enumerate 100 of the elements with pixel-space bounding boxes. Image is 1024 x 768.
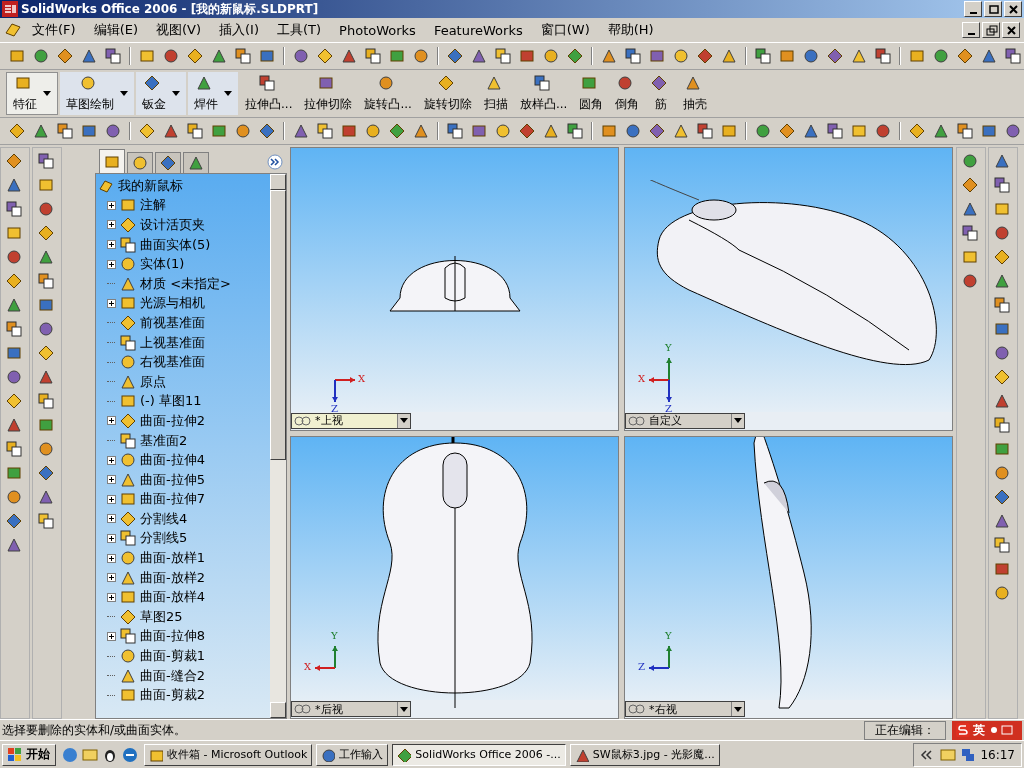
circle-tool-icon[interactable] bbox=[994, 345, 1010, 361]
block-tool-icon[interactable] bbox=[211, 123, 227, 139]
block-tool-icon[interactable] bbox=[649, 48, 665, 64]
squares-tool-icon[interactable] bbox=[962, 225, 978, 241]
view-dropdown[interactable]: *上视 bbox=[291, 412, 411, 429]
diamond-tool-icon[interactable] bbox=[38, 345, 54, 361]
block-tool-icon[interactable] bbox=[909, 48, 925, 64]
triangle-tool-icon[interactable] bbox=[38, 369, 54, 385]
triangle-tool-icon[interactable] bbox=[341, 48, 357, 64]
tree-item[interactable]: 我的新鼠标 bbox=[118, 176, 183, 195]
circle-tool-icon[interactable] bbox=[293, 48, 309, 64]
circle-tool-icon[interactable] bbox=[413, 48, 429, 64]
menu-item[interactable]: 编辑(E) bbox=[85, 19, 146, 41]
menu-item[interactable]: FeatureWorks bbox=[425, 20, 531, 40]
tree-item[interactable]: 分割线5 bbox=[140, 529, 188, 548]
diamond-tool-icon[interactable] bbox=[697, 48, 713, 64]
viewport[interactable]: Y X Z 自定义 bbox=[624, 147, 953, 431]
diamond-tool-icon[interactable] bbox=[779, 123, 795, 139]
tree-item[interactable]: 原点 bbox=[140, 372, 166, 391]
caret-icon[interactable] bbox=[172, 90, 180, 97]
scroll-up-button[interactable] bbox=[270, 174, 286, 190]
block-tool-icon[interactable] bbox=[389, 48, 405, 64]
command-button[interactable]: 旋转凸... bbox=[359, 72, 417, 115]
expand-icon[interactable] bbox=[106, 416, 116, 426]
triangle-tool-icon[interactable] bbox=[413, 123, 429, 139]
caret-icon[interactable] bbox=[43, 90, 51, 97]
command-button[interactable]: 拉伸凸... bbox=[240, 72, 298, 115]
diamond-tool-icon[interactable] bbox=[38, 225, 54, 241]
tree-item[interactable]: 上视基准面 bbox=[140, 333, 205, 352]
menu-item[interactable]: PhotoWorks bbox=[331, 20, 424, 40]
circle-tool-icon[interactable] bbox=[235, 123, 251, 139]
circle-tool-icon[interactable] bbox=[875, 123, 891, 139]
viewport[interactable]: Y Z *右视 bbox=[624, 435, 953, 719]
expand-icon[interactable] bbox=[106, 298, 116, 308]
block-tool-icon[interactable] bbox=[601, 123, 617, 139]
taskbar-button[interactable]: 收件箱 - Microsoft Outlook bbox=[144, 743, 313, 766]
circle-tool-icon[interactable] bbox=[6, 489, 22, 505]
expand-chevron-icon[interactable] bbox=[267, 154, 283, 170]
command-button[interactable]: 抽壳 bbox=[678, 72, 713, 115]
scroll-bar[interactable] bbox=[270, 174, 286, 718]
tree-item[interactable]: 材质 <未指定> bbox=[140, 274, 231, 293]
diamond-tool-icon[interactable] bbox=[9, 123, 25, 139]
diamond-tool-icon[interactable] bbox=[57, 48, 73, 64]
circle-tool-icon[interactable] bbox=[38, 201, 54, 217]
diamond-tool-icon[interactable] bbox=[909, 123, 925, 139]
block-tool-icon[interactable] bbox=[38, 297, 54, 313]
taskbar-button[interactable]: 工作输入 bbox=[316, 743, 389, 766]
circle-tool-icon[interactable] bbox=[803, 48, 819, 64]
circle-tool-icon[interactable] bbox=[994, 585, 1010, 601]
diamond-tool-icon[interactable] bbox=[994, 489, 1010, 505]
panel-tab[interactable] bbox=[127, 152, 153, 173]
panel-tab[interactable] bbox=[155, 152, 181, 173]
squares-tool-icon[interactable] bbox=[875, 48, 891, 64]
triangle-tool-icon[interactable] bbox=[994, 273, 1010, 289]
squares-tool-icon[interactable] bbox=[994, 177, 1010, 193]
block-tool-icon[interactable] bbox=[721, 123, 737, 139]
squares-tool-icon[interactable] bbox=[697, 123, 713, 139]
triangle-tool-icon[interactable] bbox=[471, 48, 487, 64]
caret-icon[interactable] bbox=[224, 90, 232, 97]
squares-tool-icon[interactable] bbox=[994, 417, 1010, 433]
expand-icon[interactable] bbox=[106, 200, 116, 210]
circle-tool-icon[interactable] bbox=[755, 123, 771, 139]
caret-icon[interactable] bbox=[400, 706, 408, 712]
diamond-tool-icon[interactable] bbox=[187, 48, 203, 64]
caret-icon[interactable] bbox=[120, 90, 128, 97]
command-button[interactable]: 特征 bbox=[6, 72, 58, 115]
squares-tool-icon[interactable] bbox=[495, 48, 511, 64]
triangle-tool-icon[interactable] bbox=[994, 153, 1010, 169]
expand-icon[interactable] bbox=[106, 220, 116, 230]
tree-item[interactable]: 曲面-缝合2 bbox=[140, 666, 205, 685]
command-button[interactable]: 拉伸切除 bbox=[299, 72, 358, 115]
squares-tool-icon[interactable] bbox=[365, 48, 381, 64]
diamond-tool-icon[interactable] bbox=[139, 123, 155, 139]
caret-icon[interactable] bbox=[400, 418, 408, 423]
triangle-tool-icon[interactable] bbox=[38, 489, 54, 505]
circle-tool-icon[interactable] bbox=[105, 123, 121, 139]
menu-item[interactable]: 文件(F) bbox=[24, 19, 84, 41]
viewport[interactable]: Y X *后视 bbox=[290, 435, 619, 719]
triangle-tool-icon[interactable] bbox=[163, 123, 179, 139]
block-tool-icon[interactable] bbox=[259, 48, 275, 64]
taskbar-button[interactable]: SolidWorks Office 2006 -... bbox=[392, 743, 566, 766]
circle-tool-icon[interactable] bbox=[33, 48, 49, 64]
block-tool-icon[interactable] bbox=[994, 321, 1010, 337]
circle-tool-icon[interactable] bbox=[625, 123, 641, 139]
block-tool-icon[interactable] bbox=[81, 123, 97, 139]
triangle-tool-icon[interactable] bbox=[6, 297, 22, 313]
diamond-tool-icon[interactable] bbox=[567, 48, 583, 64]
squares-tool-icon[interactable] bbox=[187, 123, 203, 139]
menu-item[interactable]: 视图(V) bbox=[148, 19, 210, 41]
tree-item[interactable]: 右视基准面 bbox=[140, 353, 205, 372]
scroll-thumb[interactable] bbox=[270, 190, 286, 460]
squares-tool-icon[interactable] bbox=[57, 123, 73, 139]
squares-tool-icon[interactable] bbox=[994, 297, 1010, 313]
tree-item[interactable]: (-) 草图11 bbox=[140, 392, 202, 411]
command-button[interactable]: 钣金 bbox=[136, 72, 186, 115]
tree-item[interactable]: 曲面-放样1 bbox=[140, 549, 205, 568]
circle-tool-icon[interactable] bbox=[933, 48, 949, 64]
circle-tool-icon[interactable] bbox=[1005, 123, 1021, 139]
diamond-tool-icon[interactable] bbox=[6, 273, 22, 289]
squares-tool-icon[interactable] bbox=[447, 123, 463, 139]
